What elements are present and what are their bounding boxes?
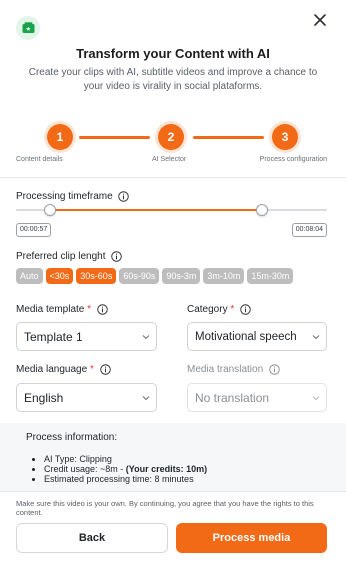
close-icon[interactable] — [312, 12, 328, 28]
clip-length-chip-auto[interactable]: Auto — [16, 268, 43, 284]
transform-content-modal: Transform your Content with AI Create yo… — [0, 0, 346, 572]
required-marker: * — [89, 364, 94, 376]
credits-balance: (Your credits: 10m) — [125, 464, 208, 474]
step-1-circle: 1 — [47, 124, 73, 150]
timeframe-label: Processing timeframe — [16, 191, 113, 203]
timeframe-label-row: Processing timeframe — [16, 191, 130, 203]
chevron-down-icon — [312, 335, 320, 340]
clip-length-chip-under-30s[interactable]: <30s — [45, 268, 74, 284]
media-translation-select[interactable]: No translation — [187, 383, 327, 412]
media-template-select[interactable]: Template 1 — [16, 322, 157, 351]
clip-length-label: Preferred clip lenght — [16, 251, 106, 263]
category-label: Category — [187, 304, 228, 316]
timeframe-end-value: 00:08:04 — [291, 223, 327, 237]
media-translation-label: Media translation — [187, 364, 264, 376]
step-3-circle: 3 — [272, 124, 298, 150]
app-logo — [16, 16, 40, 40]
media-translation-label-row: Media translation — [187, 364, 280, 375]
modal-subtitle: Create your clips with AI, subtitle vide… — [28, 67, 318, 92]
media-language-label-row: Media language * — [16, 364, 111, 375]
media-template-value: Template 1 — [24, 329, 83, 344]
step-3-label: Process configuration — [259, 156, 327, 163]
required-marker: * — [230, 304, 235, 316]
process-info-title: Process information: — [26, 432, 118, 443]
timeframe-start-handle[interactable] — [44, 204, 57, 216]
timeframe-end-handle[interactable] — [255, 204, 268, 216]
modal-title: Transform your Content with AI — [76, 46, 270, 61]
progress-stepper: 1 2 3 Content details AI Selector Proces… — [0, 124, 346, 174]
clip-length-chip-15m-30m[interactable]: 15m-30m — [247, 268, 294, 284]
clip-length-chip-60s-90s[interactable]: 60s-90s — [119, 268, 160, 284]
list-item: AI Type: Clipping — [44, 454, 207, 464]
clip-length-options: Auto <30s 30s-60s 60s-90s 90s-3m 3m-10m … — [16, 268, 294, 284]
category-select[interactable]: Motivational speech — [187, 322, 327, 351]
step-2-label: AI Selector — [152, 156, 187, 163]
chevron-down-icon — [312, 396, 320, 401]
divider — [0, 491, 346, 492]
chevron-down-icon — [142, 335, 150, 340]
ai-type-text: AI Type: Clipping — [44, 454, 112, 464]
step-2-circle: 2 — [158, 124, 184, 150]
divider — [0, 177, 346, 178]
video-card-icon — [22, 22, 34, 33]
process-media-button[interactable]: Process media — [176, 523, 327, 553]
media-translation-value: No translation — [195, 390, 270, 405]
step-connector — [193, 136, 264, 139]
chevron-down-icon — [142, 396, 150, 401]
back-button[interactable]: Back — [16, 523, 168, 553]
credit-usage-text: Credit usage: ~8m - — [44, 464, 126, 474]
info-icon[interactable] — [97, 304, 108, 315]
step-1-label: Content details — [16, 156, 63, 163]
list-item: Estimated processing time: 8 minutes — [44, 474, 207, 484]
timeframe-start-value: 00:00:57 — [16, 223, 52, 237]
media-language-label: Media language — [16, 364, 88, 376]
category-label-row: Category * — [187, 304, 251, 315]
ownership-disclaimer: Make sure this video is your own. By con… — [16, 499, 314, 517]
timeframe-slider-range — [50, 209, 262, 211]
step-connector — [79, 136, 150, 139]
clip-length-chip-30s-60s[interactable]: 30s-60s — [76, 268, 117, 284]
required-marker: * — [87, 304, 92, 316]
clip-length-chip-90s-3m[interactable]: 90s-3m — [162, 268, 201, 284]
info-icon[interactable] — [99, 364, 111, 375]
info-icon[interactable] — [269, 364, 280, 375]
media-language-select[interactable]: English — [16, 383, 157, 412]
category-value: Motivational speech — [195, 330, 297, 343]
media-language-value: English — [24, 390, 64, 405]
process-info-list: AI Type: Clipping Credit usage: ~8m - (Y… — [44, 454, 207, 484]
clip-length-label-row: Preferred clip lenght — [16, 251, 123, 263]
estimated-time-text: Estimated processing time: 8 minutes — [44, 474, 194, 484]
media-template-label-row: Media template * — [16, 304, 108, 315]
info-icon[interactable] — [118, 191, 130, 202]
list-item: Credit usage: ~8m - (Your credits: 10m) — [44, 464, 207, 474]
info-icon[interactable] — [111, 251, 123, 262]
media-template-label: Media template — [16, 304, 85, 316]
clip-length-chip-3m-10m[interactable]: 3m-10m — [203, 268, 245, 284]
info-icon[interactable] — [240, 304, 251, 315]
